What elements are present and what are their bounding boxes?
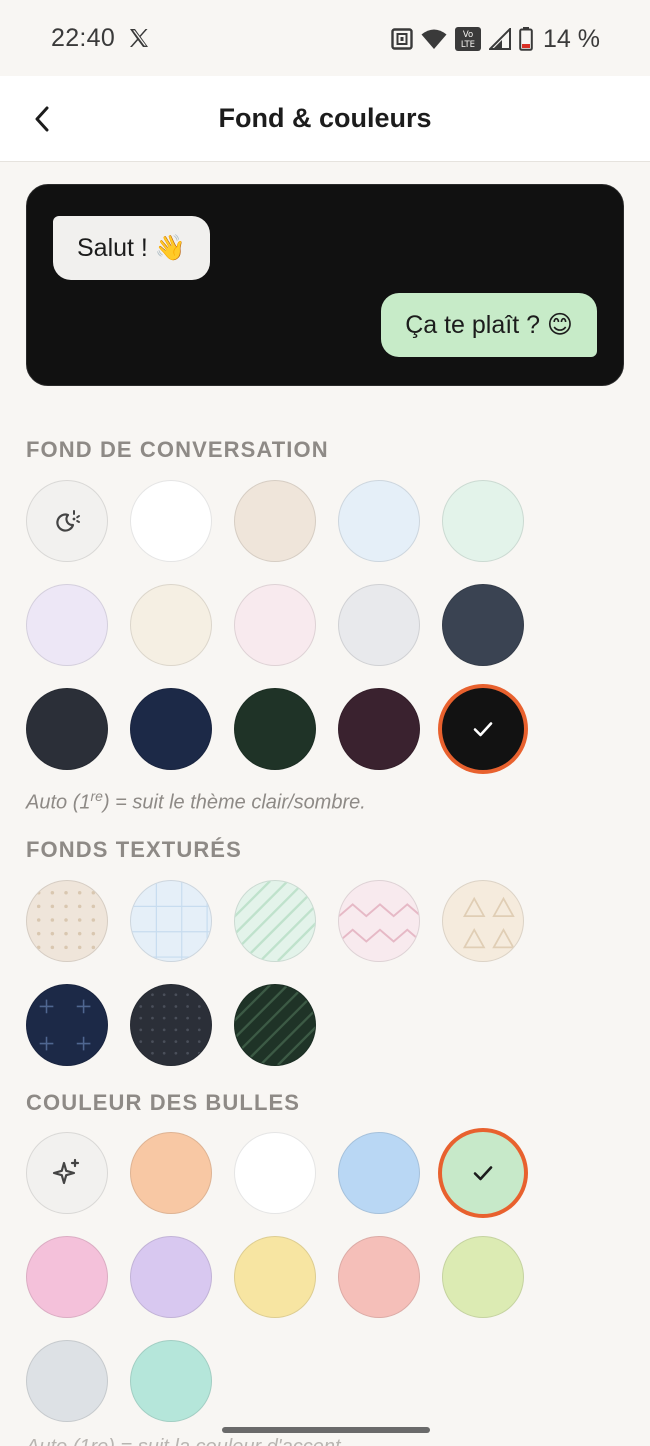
status-icons: Vo LTE 14 % [391,24,600,54]
status-bar: 22:40 Vo LTE 14 % [0,0,650,76]
swatch-white[interactable] [130,480,212,562]
swatch-gray[interactable] [26,1340,108,1422]
swatch-lime[interactable] [442,1236,524,1318]
section-title-bubbles: COULEUR DES BULLES [26,1090,301,1115]
swatch-plum[interactable] [338,688,420,770]
backgrounds-hint: Auto (1re) = suit le thème clair/sombre. [26,788,366,815]
swatch-stars-navy[interactable] [26,984,108,1066]
auto-theme-icon [52,506,82,536]
swatch-peach[interactable] [130,1132,212,1214]
swatch-light-gray[interactable] [338,584,420,666]
check-icon [471,717,495,741]
swatch-aqua[interactable] [130,1340,212,1422]
swatch-green[interactable] [442,1132,524,1214]
x-app-icon [130,29,148,47]
swatch-auto-accent[interactable] [26,1132,108,1214]
svg-text:LTE: LTE [461,40,475,50]
page-title: Fond & couleurs [218,103,432,133]
sparkles-icon [51,1157,83,1189]
swatch-slate[interactable] [442,584,524,666]
chat-preview: Salut ! 👋 Ça te plaît ? 😊 [26,184,624,386]
nfc-icon [391,28,413,50]
section-title-textured: FONDS TEXTURÉS [26,837,242,862]
swatch-beige[interactable] [234,480,316,562]
swatch-pink[interactable] [234,584,316,666]
signal-icon [489,28,512,50]
app-bar: Fond & couleurs [0,76,650,162]
section-title-backgrounds: FOND DE CONVERSATION [26,437,329,462]
hint-sup: re [90,788,103,804]
swatch-zigzag-pink[interactable] [338,880,420,962]
swatch-black[interactable] [442,688,524,770]
swatch-dots-charcoal[interactable] [130,984,212,1066]
swatch-yellow[interactable] [234,1236,316,1318]
swatch-triangles-cream[interactable] [442,880,524,962]
swatch-navy[interactable] [130,688,212,770]
swatch-lilac[interactable] [130,1236,212,1318]
hint-prefix: Auto (1 [26,791,91,814]
wifi-icon [421,29,447,49]
incoming-bubble: Salut ! 👋 [53,216,210,280]
swatch-dots-beige[interactable] [26,880,108,962]
swatch-sky[interactable] [338,1132,420,1214]
check-icon [471,1161,495,1185]
hint-suffix: ) = suit le thème clair/sombre. [102,791,366,814]
status-time: 22:40 [51,24,116,52]
swatch-stripes-forest[interactable] [234,984,316,1066]
swatch-auto-theme[interactable] [26,480,108,562]
swatch-white[interactable] [234,1132,316,1214]
swatch-charcoal[interactable] [26,688,108,770]
bubbles-hint: Auto (1re) = suit la couleur d'accent. [26,1436,346,1446]
swatch-light-blue[interactable] [338,480,420,562]
swatch-stripes-mint[interactable] [234,880,316,962]
swatch-grid-blue[interactable] [130,880,212,962]
battery-icon [519,27,533,51]
swatch-mint[interactable] [442,480,524,562]
swatch-forest[interactable] [234,688,316,770]
battery-percent: 14 % [543,24,600,53]
swatch-cream[interactable] [130,584,212,666]
home-indicator[interactable] [222,1427,430,1433]
swatch-pink[interactable] [26,1236,108,1318]
volte-icon: Vo LTE [455,27,482,51]
swatch-lavender[interactable] [26,584,108,666]
swatch-salmon[interactable] [338,1236,420,1318]
outgoing-bubble: Ça te plaît ? 😊 [381,293,597,357]
svg-text:Vo: Vo [463,30,473,40]
